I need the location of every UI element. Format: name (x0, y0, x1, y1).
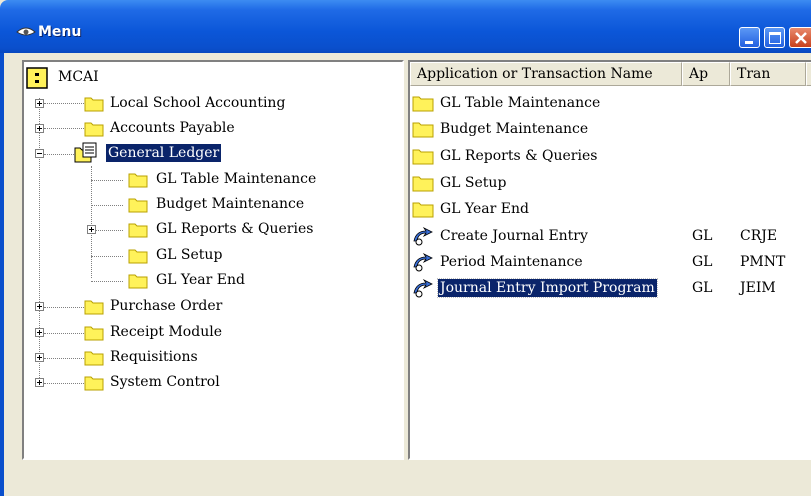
folder-icon (128, 249, 148, 264)
tree-item-budget-maintenance[interactable]: Budget Maintenance (24, 193, 394, 217)
list-item[interactable]: Budget Maintenance (410, 116, 811, 142)
tree-item-system-control[interactable]: System Control (24, 371, 394, 395)
list-item[interactable]: GL Year End (410, 196, 811, 222)
menu-tree[interactable]: MCAI Local School Accounting Accounts Pa… (22, 60, 404, 460)
transaction-icon (413, 279, 433, 298)
maximize-icon (769, 32, 781, 44)
tree-item-general-ledger[interactable]: General Ledger (24, 142, 394, 166)
folder-icon (84, 122, 104, 137)
transaction-list[interactable]: Application or Transaction Name Ap Tran … (408, 60, 811, 460)
tree-item-gl-reports-queries[interactable]: GL Reports & Queries (24, 218, 394, 242)
list-item-name: Journal Entry Import Program (437, 278, 658, 298)
list-item-name: Create Journal Entry (440, 228, 588, 244)
collapse-icon[interactable] (35, 149, 44, 158)
folder-icon (412, 176, 434, 192)
folder-icon (412, 96, 434, 112)
folder-icon (84, 97, 104, 112)
window-title: Menu (38, 24, 82, 40)
list-item[interactable]: Period Maintenance GL PMNT (410, 249, 811, 275)
expand-icon[interactable] (35, 328, 44, 337)
tree-item-label: Local School Accounting (110, 95, 286, 111)
close-button[interactable] (789, 27, 811, 48)
folder-icon (128, 274, 148, 289)
list-item-tran: CRJE (740, 228, 778, 244)
list-item-name: Budget Maintenance (440, 121, 589, 137)
list-item-name: GL Reports & Queries (440, 148, 598, 164)
tree-item-accounts-payable[interactable]: Accounts Payable (24, 117, 394, 141)
tree-item-gl-year-end[interactable]: GL Year End (24, 269, 394, 293)
tree-item-label: Accounts Payable (110, 120, 235, 136)
list-item-tran: PMNT (740, 254, 786, 270)
folder-icon (412, 202, 434, 218)
minimize-button[interactable] (739, 27, 760, 48)
tree-item-label: Budget Maintenance (156, 196, 305, 212)
expand-icon[interactable] (87, 225, 96, 234)
list-header: Application or Transaction Name Ap Tran (410, 62, 811, 86)
tree-root[interactable]: MCAI (24, 66, 394, 90)
list-item-name: GL Year End (440, 201, 529, 217)
tree-item-label: General Ledger (106, 144, 222, 162)
open-folder-document-icon (74, 142, 97, 163)
expand-icon[interactable] (35, 353, 44, 362)
close-icon (795, 32, 807, 44)
expand-icon[interactable] (35, 302, 44, 311)
minimize-icon (745, 41, 753, 44)
list-item-name: GL Setup (440, 175, 507, 191)
tree-item-local-school-accounting[interactable]: Local School Accounting (24, 92, 394, 116)
title-bar[interactable]: Menu (0, 0, 811, 53)
list-item[interactable]: GL Reports & Queries (410, 143, 811, 169)
column-header-ap[interactable]: Ap (682, 62, 730, 86)
tree-item-label: Receipt Module (110, 324, 222, 340)
list-item-selected[interactable]: Journal Entry Import Program GL JEIM (410, 275, 811, 301)
list-item[interactable]: Create Journal Entry GL CRJE (410, 223, 811, 249)
column-header-tran[interactable]: Tran (730, 62, 806, 86)
folder-icon (84, 300, 104, 315)
tree-item-gl-table-maintenance[interactable]: GL Table Maintenance (24, 168, 394, 192)
expand-icon[interactable] (35, 99, 44, 108)
list-item-tran: JEIM (740, 280, 776, 296)
folder-icon (84, 376, 104, 391)
root-app-icon (26, 67, 48, 89)
column-header-name[interactable]: Application or Transaction Name (410, 62, 682, 86)
tree-root-label: MCAI (58, 69, 99, 85)
list-item-name: GL Table Maintenance (440, 95, 601, 111)
list-item-ap: GL (692, 254, 713, 270)
list-item-name: Period Maintenance (440, 254, 583, 270)
folder-icon (128, 173, 148, 188)
tree-item-gl-setup[interactable]: GL Setup (24, 244, 394, 268)
tree-item-label: GL Table Maintenance (156, 171, 317, 187)
folder-icon (412, 149, 434, 165)
folder-icon (128, 198, 148, 213)
transaction-icon (413, 253, 433, 272)
list-item[interactable]: GL Table Maintenance (410, 90, 811, 116)
transaction-icon (413, 227, 433, 246)
tree-item-purchase-order[interactable]: Purchase Order (24, 295, 394, 319)
tree-item-label: System Control (110, 374, 220, 390)
tree-item-label: Requisitions (110, 349, 198, 365)
tree-item-receipt-module[interactable]: Receipt Module (24, 321, 394, 345)
tree-item-label: Purchase Order (110, 298, 223, 314)
list-item[interactable]: GL Setup (410, 170, 811, 196)
expand-icon[interactable] (35, 124, 44, 133)
expand-icon[interactable] (35, 378, 44, 387)
list-item-ap: GL (692, 228, 713, 244)
folder-icon (412, 122, 434, 138)
tree-item-label: GL Setup (156, 247, 223, 263)
tree-item-requisitions[interactable]: Requisitions (24, 346, 394, 370)
list-item-ap: GL (692, 280, 713, 296)
column-header-spacer (806, 62, 811, 86)
tree-item-label: GL Reports & Queries (156, 221, 314, 237)
folder-icon (84, 351, 104, 366)
maximize-button[interactable] (764, 27, 785, 48)
eye-app-icon (16, 27, 36, 36)
tree-item-label: GL Year End (156, 272, 245, 288)
folder-icon (84, 326, 104, 341)
folder-icon (128, 223, 148, 238)
